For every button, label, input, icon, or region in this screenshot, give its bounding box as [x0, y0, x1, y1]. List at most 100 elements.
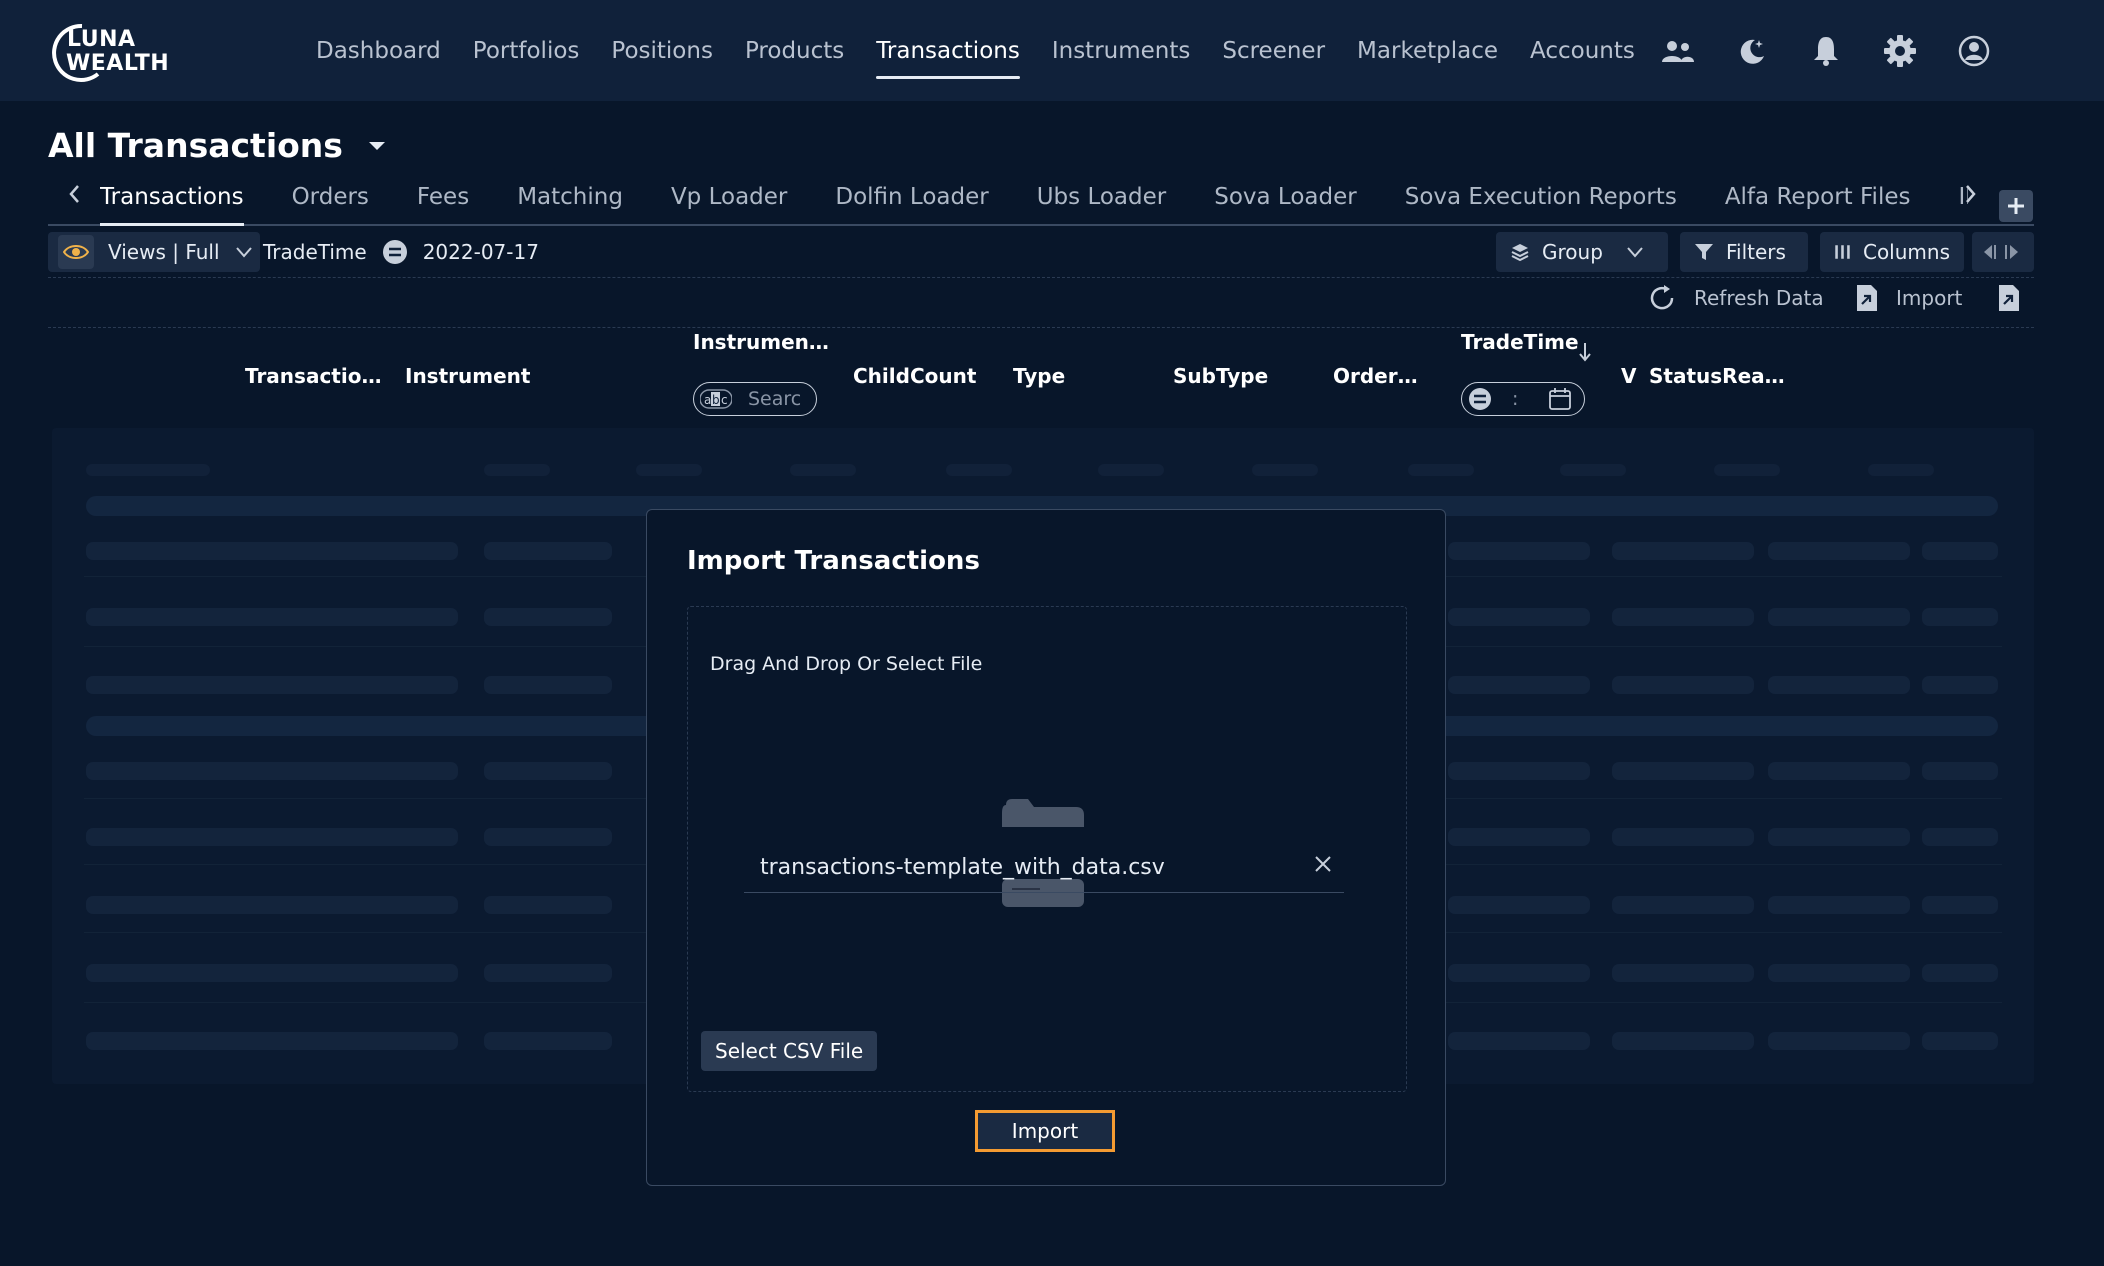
views-dropdown[interactable]: Views | Full [48, 232, 260, 272]
modal-import-button[interactable]: Import [975, 1110, 1115, 1152]
tradetime-filter-separator: : [1512, 388, 1519, 410]
skeleton-bar [484, 828, 612, 846]
skeleton-bar [1922, 762, 1998, 780]
column-header-instrument-name[interactable]: Instrumen… [693, 330, 829, 354]
import-file-icon [1857, 285, 1877, 311]
calendar-icon[interactable] [1548, 387, 1572, 411]
caret-down-icon[interactable] [367, 140, 387, 152]
tab-alfa-report-files[interactable]: Alfa Report Files [1701, 178, 1935, 224]
column-header-v[interactable]: V [1621, 364, 1636, 388]
skeleton-bar [946, 464, 1012, 476]
modal-title: Import Transactions [687, 546, 980, 576]
equals-icon [1468, 387, 1492, 411]
column-header-transaction[interactable]: Transactio… [245, 364, 381, 388]
skeleton-bar [1612, 964, 1754, 982]
instrument-name-filter[interactable]: a b c Searc [693, 382, 817, 416]
skeleton-bar [1612, 896, 1754, 914]
column-header-order[interactable]: Order… [1333, 364, 1418, 388]
group-button[interactable]: Group [1496, 232, 1668, 272]
skeleton-bar [1560, 464, 1626, 476]
add-tab-button[interactable] [1999, 190, 2033, 222]
skeleton-bar [1448, 676, 1590, 694]
file-drop-zone[interactable]: Drag And Drop Or Select File transaction… [687, 606, 1407, 1092]
skeleton-bar [1612, 608, 1754, 626]
tab-vp-loader[interactable]: Vp Loader [647, 178, 811, 224]
active-filter-chip[interactable]: TradeTime 2022-07-17 [263, 240, 539, 264]
account-icon[interactable] [1956, 33, 1992, 69]
columns-button[interactable]: Columns [1820, 232, 1964, 272]
collapse-expand-icon [1984, 245, 2018, 259]
tab-dolfin-loader[interactable]: Dolfin Loader [811, 178, 1012, 224]
sort-descending-icon[interactable] [1578, 342, 1592, 362]
gear-icon[interactable] [1882, 33, 1918, 69]
skeleton-bar [1768, 608, 1910, 626]
page-title[interactable]: All Transactions [48, 126, 387, 165]
moon-icon[interactable] [1734, 33, 1770, 69]
import-transactions-modal: Import Transactions Drag And Drop Or Sel… [646, 509, 1446, 1186]
refresh-data-button[interactable]: Refresh Data [1648, 284, 1824, 312]
column-header-childcount[interactable]: ChildCount [853, 364, 976, 388]
tab-sova-execution-reports[interactable]: Sova Execution Reports [1381, 178, 1701, 224]
column-header-tradetime[interactable]: TradeTime [1461, 330, 1579, 354]
tab-orders[interactable]: Orders [268, 178, 393, 224]
skeleton-bar [1922, 896, 1998, 914]
skeleton-bar [86, 896, 458, 914]
skeleton-bar [790, 464, 856, 476]
tab-sova-loader[interactable]: Sova Loader [1190, 178, 1380, 224]
column-header-type[interactable]: Type [1013, 364, 1065, 388]
logo-text-luna: LUNA [67, 27, 136, 52]
tab-transactions[interactable]: Transactions [100, 178, 268, 226]
skeleton-bar [1448, 964, 1590, 982]
chevron-left-icon[interactable] [66, 182, 82, 206]
export-button[interactable] [1996, 284, 2022, 312]
equals-icon [382, 240, 407, 264]
select-csv-file-button[interactable]: Select CSV File [701, 1031, 878, 1071]
filters-label: Filters [1726, 240, 1786, 264]
close-icon[interactable] [1312, 853, 1334, 875]
tab-ubs-loader[interactable]: Ubs Loader [1013, 178, 1191, 224]
column-header-instrument[interactable]: Instrument [405, 364, 530, 388]
skeleton-bar [1768, 828, 1910, 846]
nav-icon-group [1660, 30, 1992, 72]
nav-accounts[interactable]: Accounts [1514, 0, 1651, 101]
bell-icon[interactable] [1808, 33, 1844, 69]
selected-file-name: transactions-template_with_data.csv [760, 855, 1165, 880]
nav-portfolios[interactable]: Portfolios [457, 0, 596, 101]
column-header-subtype[interactable]: SubType [1173, 364, 1268, 388]
skeleton-bar [484, 1032, 612, 1050]
import-button[interactable]: Import [1854, 284, 1962, 312]
column-header-status-reason[interactable]: StatusRea… [1649, 364, 1785, 388]
nav-instruments[interactable]: Instruments [1036, 0, 1207, 101]
filter-value: 2022-07-17 [422, 240, 539, 264]
chevron-right-icon[interactable] [1963, 182, 1979, 206]
skeleton-bar [484, 676, 612, 694]
nav-marketplace[interactable]: Marketplace [1341, 0, 1514, 101]
skeleton-bar [1448, 542, 1590, 560]
panel-toggle-button[interactable] [1972, 232, 2034, 272]
nav-transactions[interactable]: Transactions [860, 0, 1036, 101]
tab-fees[interactable]: Fees [393, 178, 493, 224]
tab-matching[interactable]: Matching [493, 178, 647, 224]
skeleton-bar [1922, 542, 1998, 560]
nav-dashboard[interactable]: Dashboard [300, 0, 457, 101]
layers-icon [1511, 244, 1529, 262]
nav-products[interactable]: Products [729, 0, 860, 101]
skeleton-bar [1612, 676, 1754, 694]
group-label: Group [1542, 240, 1603, 264]
top-nav-bar: LUNA WEALTH Dashboard Portfolios Positio… [0, 0, 2104, 101]
nav-positions[interactable]: Positions [595, 0, 729, 101]
grid-action-row: Refresh Data Import [48, 278, 2034, 328]
users-icon[interactable] [1660, 33, 1696, 69]
skeleton-bar [1612, 762, 1754, 780]
tradetime-filter[interactable]: : [1461, 382, 1585, 416]
grid-toolbar: Views | Full TradeTime 2022-07-17 Group … [48, 230, 2034, 278]
skeleton-bar [1098, 464, 1164, 476]
nav-screener[interactable]: Screener [1206, 0, 1341, 101]
skeleton-bar [1768, 542, 1910, 560]
skeleton-bar [1714, 464, 1780, 476]
luna-wealth-logo[interactable]: LUNA WEALTH [48, 22, 172, 82]
filters-button[interactable]: Filters [1680, 232, 1808, 272]
skeleton-bar [1408, 464, 1474, 476]
refresh-icon [1650, 285, 1674, 310]
columns-label: Columns [1862, 240, 1950, 264]
